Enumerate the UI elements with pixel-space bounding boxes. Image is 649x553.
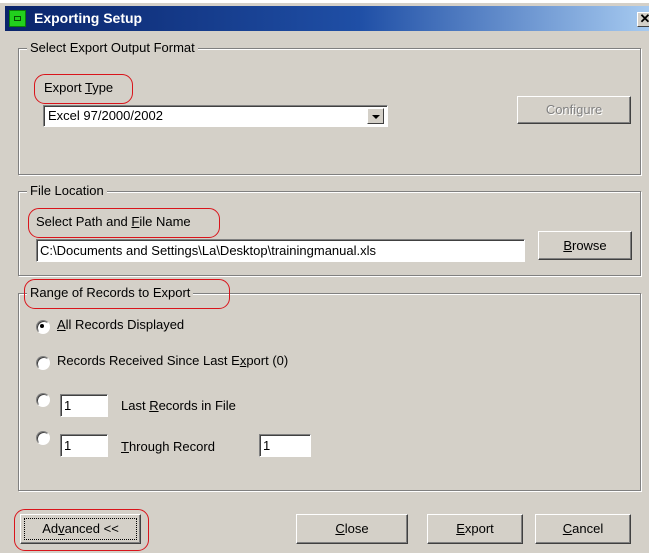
last-records-count-value: 1 (64, 398, 72, 413)
window-title: Exporting Setup (34, 10, 143, 26)
configure-button[interactable]: Configure (517, 96, 631, 124)
from-record-value: 1 (64, 438, 72, 453)
title-bar[interactable]: Exporting Setup ✕ (5, 6, 649, 31)
cancel-button[interactable]: Cancel (535, 514, 631, 544)
export-type-dropdown[interactable]: Excel 97/2000/2002 (43, 105, 388, 127)
chevron-down-icon[interactable] (367, 108, 384, 124)
radio-last-records[interactable] (36, 393, 50, 407)
through-record-label: Through Record (121, 439, 215, 454)
from-record-input[interactable]: 1 (60, 434, 108, 457)
close-window-button[interactable]: ✕ (637, 12, 649, 27)
browse-button[interactable]: Browse (538, 231, 632, 260)
close-button[interactable]: Close (296, 514, 408, 544)
export-type-value: Excel 97/2000/2002 (48, 108, 163, 123)
last-records-count-input[interactable]: 1 (60, 394, 108, 417)
highlight-oval (24, 279, 230, 309)
radio-since-last-export[interactable] (36, 356, 50, 370)
to-record-value: 1 (263, 438, 271, 453)
since-last-export-label[interactable]: Records Received Since Last Export (0) (57, 353, 288, 368)
to-record-input[interactable]: 1 (259, 434, 311, 457)
last-records-label: Last Records in File (121, 398, 236, 413)
file-location-legend: File Location (27, 183, 107, 198)
highlight-oval (28, 208, 220, 238)
highlight-oval (34, 74, 133, 104)
file-path-input[interactable]: C:\Documents and Settings\La\Desktop\tra… (36, 239, 525, 262)
highlight-oval (14, 509, 149, 551)
export-button[interactable]: Export (427, 514, 523, 544)
app-icon (9, 10, 26, 27)
export-format-legend: Select Export Output Format (27, 40, 198, 55)
exporting-setup-dialog: Exporting Setup ✕ Select Export Output F… (0, 3, 649, 553)
file-path-value: C:\Documents and Settings\La\Desktop\tra… (40, 243, 377, 258)
all-records-label[interactable]: All Records Displayed (57, 317, 184, 332)
radio-all-records[interactable] (36, 320, 50, 334)
radio-record-range[interactable] (36, 431, 50, 445)
